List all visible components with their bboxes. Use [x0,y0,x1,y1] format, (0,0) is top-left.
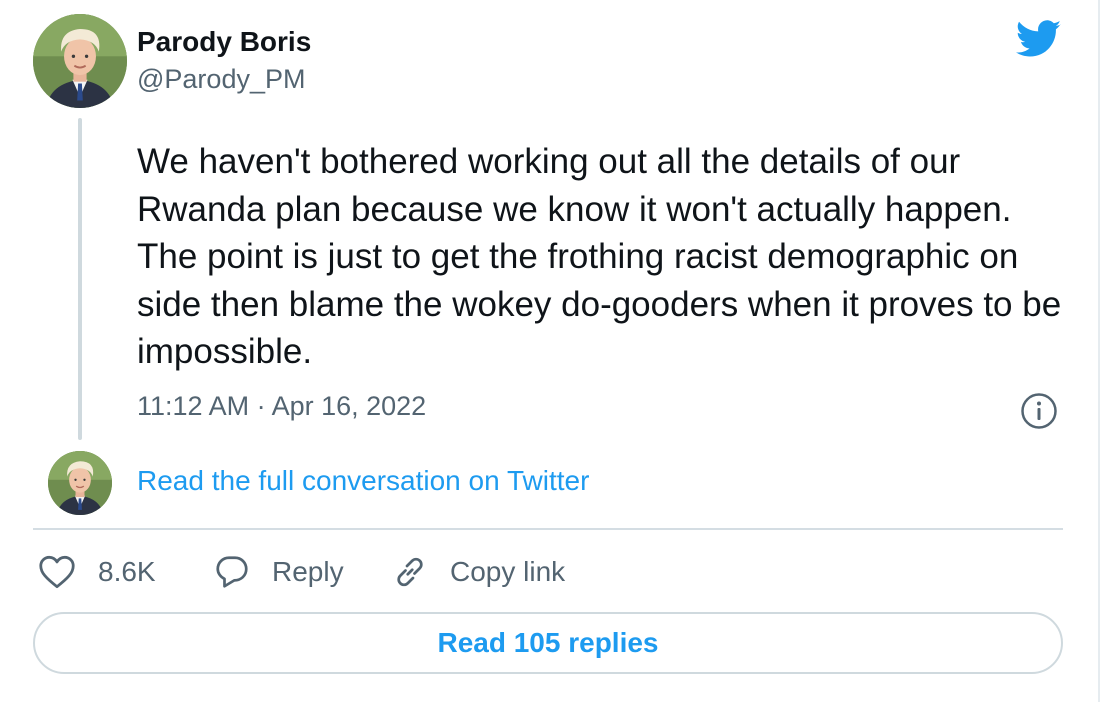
author-display-name[interactable]: Parody Boris [137,26,311,58]
twitter-bird-icon[interactable] [1016,20,1062,58]
read-full-conversation-link[interactable]: Read the full conversation on Twitter [137,465,589,497]
conversation-avatar-image [48,451,112,515]
copy-link-button[interactable]: Copy link [392,552,565,592]
author-avatar[interactable] [33,14,127,108]
author-handle[interactable]: @Parody_PM [137,64,305,95]
speech-bubble-icon [216,556,248,588]
reply-button[interactable]: Reply [214,552,344,592]
read-replies-button[interactable]: Read 105 replies [33,612,1063,674]
copy-link-label: Copy link [450,556,566,587]
divider [33,528,1063,530]
like-count: 8.6K [98,556,156,587]
heart-icon [39,555,75,589]
read-replies-label: Read 105 replies [437,627,659,658]
tweet-embed-card: Parody Boris @Parody_PM We haven't bothe… [0,0,1100,702]
tweet-text: We haven't bothered working out all the … [137,142,1062,371]
thread-line [78,118,82,440]
tweet-timestamp[interactable]: 11:12 AM · Apr 16, 2022 [137,391,426,422]
conversation-avatar[interactable] [48,451,112,515]
info-icon[interactable] [1020,392,1058,430]
author-avatar-image [33,14,127,108]
reply-label: Reply [272,556,344,587]
like-button[interactable]: 8.6K [38,552,156,592]
link-icon [397,557,423,587]
